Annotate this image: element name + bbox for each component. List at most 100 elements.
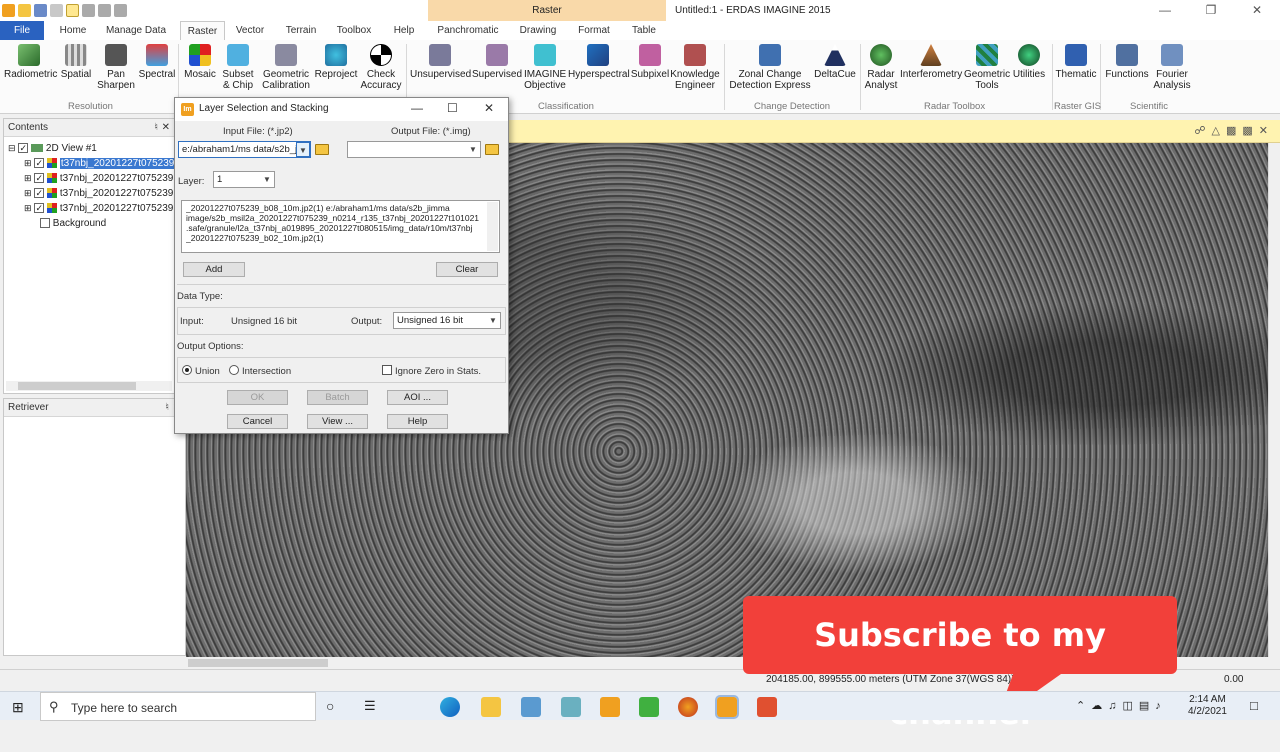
- expand-icon[interactable]: ⊞: [24, 188, 32, 198]
- utilities-button[interactable]: Utilities: [1010, 44, 1048, 80]
- open-icon[interactable]: [18, 4, 31, 17]
- taskbar-clock[interactable]: 2:14 AM 4/2/2021: [1188, 694, 1227, 718]
- task-view-icon[interactable]: ☰: [364, 698, 376, 714]
- tab-help[interactable]: Help: [390, 21, 418, 40]
- zoom-out-icon[interactable]: [98, 4, 111, 17]
- collapse-icon[interactable]: ⊟: [8, 143, 16, 153]
- pan-icon[interactable]: [114, 4, 127, 17]
- minimize-icon[interactable]: —: [1142, 0, 1188, 21]
- thematic-button[interactable]: Thematic: [1054, 44, 1098, 80]
- imagine-objective-button[interactable]: IMAGINE Objective: [524, 44, 566, 91]
- pin-icon[interactable]: ♮: [165, 399, 169, 417]
- file-explorer-icon[interactable]: [481, 697, 501, 717]
- list-scrollbar[interactable]: [487, 202, 498, 251]
- aoi-button[interactable]: AOI ...: [387, 390, 448, 405]
- open-folder-icon[interactable]: [485, 144, 499, 155]
- batch-button[interactable]: Batch: [307, 390, 368, 405]
- spatial-button[interactable]: Spatial: [58, 44, 94, 80]
- taskbar-search[interactable]: ⚲ Type here to search: [40, 692, 316, 721]
- restore-icon[interactable]: ❐: [1188, 0, 1234, 21]
- undo-icon[interactable]: [50, 4, 63, 17]
- subpixel-button[interactable]: Subpixel: [630, 44, 670, 80]
- tab-table[interactable]: Table: [628, 21, 660, 40]
- add-button[interactable]: Add: [183, 262, 245, 277]
- save-icon[interactable]: [34, 4, 47, 17]
- viewer-vscroll[interactable]: [1268, 143, 1280, 657]
- tree-layer-row[interactable]: ⊞ ✓ t37nbj_20201227t075239: [4, 171, 174, 186]
- zoom-in-icon[interactable]: [82, 4, 95, 17]
- expand-icon[interactable]: ⊞: [24, 158, 32, 168]
- radar-analyst-button[interactable]: Radar Analyst: [862, 44, 900, 91]
- fourier-analysis-button[interactable]: Fourier Analysis: [1150, 44, 1194, 91]
- tab-raster[interactable]: Raster: [180, 21, 225, 40]
- close-icon[interactable]: ✕: [484, 101, 494, 115]
- minimize-icon[interactable]: —: [411, 101, 423, 115]
- stack-file-list[interactable]: _20201227t075239_b08_10m.jp2(1) e:/abrah…: [181, 200, 500, 253]
- supervised-button[interactable]: Supervised: [472, 44, 522, 80]
- pin-icon[interactable]: ♮: [154, 119, 158, 137]
- ok-button[interactable]: OK: [227, 390, 288, 405]
- layer-checkbox[interactable]: ✓: [34, 173, 45, 184]
- view-button[interactable]: View ...: [307, 414, 368, 429]
- zonal-change-button[interactable]: Zonal Change Detection Express: [728, 44, 812, 91]
- intersection-radio[interactable]: [229, 365, 239, 375]
- tree-layer-row[interactable]: ⊞ ✓ t37nbj_20201227t075239: [4, 156, 176, 171]
- functions-button[interactable]: Functions: [1104, 44, 1150, 80]
- tab-file[interactable]: File: [0, 21, 44, 40]
- interferometry-button[interactable]: Interferometry: [900, 44, 962, 80]
- select-icon[interactable]: [66, 4, 79, 17]
- scroll-thumb[interactable]: [18, 382, 136, 390]
- chevron-down-icon[interactable]: ▼: [466, 142, 480, 157]
- tree-layer-row[interactable]: ⊞ ✓ t37nbj_20201227t075239: [4, 201, 174, 216]
- close-icon[interactable]: ✕: [162, 119, 170, 137]
- cortana-icon[interactable]: ○: [326, 698, 334, 714]
- maximize-icon[interactable]: ☐: [447, 101, 458, 115]
- windows-start-icon[interactable]: ⊞: [12, 699, 24, 716]
- layer-checkbox[interactable]: ✓: [34, 188, 45, 199]
- chevron-down-icon[interactable]: ▼: [296, 142, 310, 157]
- check-accuracy-button[interactable]: Check Accuracy: [360, 44, 402, 91]
- tab-terrain[interactable]: Terrain: [282, 21, 320, 40]
- cancel-button[interactable]: Cancel: [227, 414, 288, 429]
- tab-manage-data[interactable]: Manage Data: [104, 21, 168, 40]
- open-folder-icon[interactable]: [315, 144, 329, 155]
- close-icon[interactable]: ✕: [1234, 0, 1280, 21]
- view-checkbox[interactable]: ✓: [18, 143, 29, 154]
- spectral-button[interactable]: Spectral: [138, 44, 176, 80]
- background-checkbox[interactable]: [40, 218, 50, 229]
- camtasia-icon[interactable]: [639, 697, 659, 717]
- expand-icon[interactable]: ⊞: [24, 203, 32, 213]
- layer-checkbox[interactable]: ✓: [34, 203, 45, 214]
- chevron-down-icon[interactable]: ▼: [260, 172, 274, 187]
- edge-icon[interactable]: [440, 697, 460, 717]
- tree-background-row[interactable]: Background: [4, 216, 174, 231]
- app-icon[interactable]: [561, 697, 581, 717]
- firefox-icon[interactable]: [678, 697, 698, 717]
- input-file-combo[interactable]: e:/abraham1/ms data/s2b_jim ▼: [178, 141, 311, 158]
- tab-toolbox[interactable]: Toolbox: [334, 21, 374, 40]
- union-radio[interactable]: [182, 365, 192, 375]
- subset-chip-button[interactable]: Subset & Chip: [220, 44, 256, 91]
- help-button[interactable]: Help: [387, 414, 448, 429]
- system-tray-icons[interactable]: ⌃☁♫◫▤♪: [1076, 699, 1167, 712]
- geometric-tools-button[interactable]: Geometric Tools: [964, 44, 1010, 91]
- notifications-icon[interactable]: □: [1250, 698, 1258, 713]
- chevron-down-icon[interactable]: ▼: [486, 313, 500, 328]
- viewer-controls-icon[interactable]: ☍△▩▩✕: [1194, 124, 1274, 137]
- geometric-calibration-button[interactable]: Geometric Calibration: [260, 44, 312, 91]
- tree-layer-row[interactable]: ⊞ ✓ t37nbj_20201227t075239: [4, 186, 174, 201]
- output-type-select[interactable]: Unsigned 16 bit ▼: [393, 312, 501, 329]
- tab-vector[interactable]: Vector: [232, 21, 268, 40]
- tab-format[interactable]: Format: [576, 21, 612, 40]
- tab-panchromatic[interactable]: Panchromatic: [436, 21, 500, 40]
- mosaic-button[interactable]: Mosaic: [182, 44, 218, 80]
- tab-home[interactable]: Home: [56, 21, 90, 40]
- knowledge-engineer-button[interactable]: Knowledge Engineer: [670, 44, 720, 91]
- imagine-taskbar-icon[interactable]: [600, 697, 620, 717]
- imagine-active-icon[interactable]: [715, 695, 739, 719]
- scroll-thumb[interactable]: [188, 659, 328, 667]
- tree-view-node[interactable]: ⊟ ✓ 2D View #1: [4, 141, 174, 156]
- tab-drawing[interactable]: Drawing: [516, 21, 560, 40]
- hyperspectral-button[interactable]: Hyperspectral: [568, 44, 630, 80]
- search-app-icon[interactable]: [521, 697, 541, 717]
